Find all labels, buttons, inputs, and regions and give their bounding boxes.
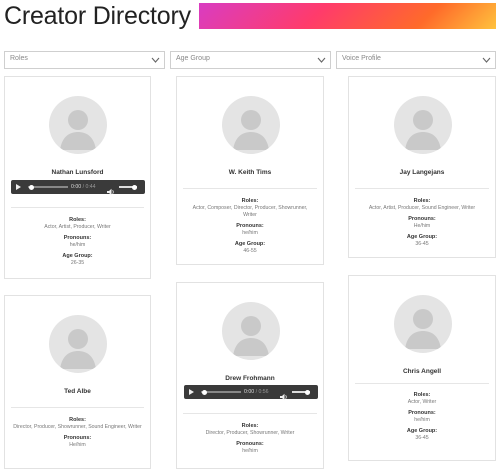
pronouns-label: Pronouns: [236,441,264,447]
volume-knob[interactable] [132,184,137,190]
pronouns-label: Pronouns: [236,223,264,229]
creator-details: Roles: Actor, Composer, Director, Produc… [177,198,323,255]
creator-name: W. Keith Tims [228,169,272,176]
gradient-banner [199,3,496,29]
roles-select[interactable]: Roles [4,51,165,69]
creator-card[interactable]: Chris Angell Roles: Actor, Writer Pronou… [348,275,496,461]
play-icon[interactable] [16,184,21,190]
roles-value: Actor, Composer, Director, Producer, Sho… [192,205,308,211]
audio-time: 0:00 / 0:56 [244,389,269,395]
pronouns-value: he/him [414,417,430,423]
pronouns-value: he/him [242,448,258,454]
avatar-placeholder-icon [394,96,452,154]
creator-name: Drew Frohmann [225,375,275,382]
creator-card[interactable]: Jay Langejans Roles: Actor, Artist, Prod… [348,76,496,258]
filter-bar: Roles Age Group Voice Profile [4,51,496,69]
roles-value: Director, Producer, Showrunner, Sound En… [13,424,142,430]
seek-bar[interactable] [28,186,68,188]
roles-value-line2: Writer [243,212,257,218]
creator-details: Roles: Actor, Artist, Producer, Sound En… [349,198,495,248]
creator-name: Nathan Lunsford [51,169,104,176]
pronouns-label: Pronouns: [63,435,92,441]
header: Creator Directory [0,0,500,40]
creator-name: Chris Angell [402,368,442,375]
audio-player[interactable]: 0:00 / 0:44 [11,180,145,196]
roles-label: Roles: [69,217,86,223]
pronouns-value: He/him [413,223,431,229]
avatar-placeholder-icon [394,295,452,353]
avatar-placeholder-icon [222,302,280,360]
audio-time: 0:00 / 0:44 [71,184,96,190]
creator-name: Ted Albe [64,388,91,395]
pronouns-label: Pronouns: [408,216,436,222]
roles-select-label: Roles [10,55,28,62]
roles-label: Roles: [241,423,259,429]
roles-label: Roles: [413,198,431,204]
volume-icon[interactable] [107,183,115,196]
creator-name: Jay Langejans [399,169,445,176]
age-group-select[interactable]: Age Group [170,51,331,69]
age-group-value: 36-45 [415,435,429,441]
divider [355,383,489,384]
chevron-down-icon [151,55,160,65]
age-group-select-label: Age Group [176,55,210,62]
divider [355,188,489,189]
pronouns-value: he/him [69,242,86,248]
chevron-down-icon [482,55,491,65]
creator-details: Roles: Actor, Artist, Producer, Writer P… [5,217,150,267]
voice-profile-select-label: Voice Profile [342,55,381,62]
pronouns-label: Pronouns: [408,410,436,416]
creator-card[interactable]: Drew Frohmann 0:00 / 0:56 Roles: Directo… [176,282,324,469]
divider [11,407,144,408]
divider [11,207,144,208]
roles-value: Actor, Artist, Producer, Writer [44,224,111,230]
pronouns-value: He/him [69,442,86,448]
age-group-label: Age Group: [406,428,438,434]
avatar-placeholder-icon [49,315,107,373]
creator-details: Roles: Director, Producer, Showrunner, S… [5,417,150,449]
age-group-value: 46-55 [243,248,257,254]
creator-card[interactable]: W. Keith Tims Roles: Actor, Composer, Di… [176,76,324,265]
roles-value: Actor, Artist, Producer, Sound Engineer,… [368,205,476,211]
chevron-down-icon [317,55,326,65]
divider [183,413,317,414]
age-group-value: 26-35 [70,260,85,266]
seek-knob[interactable] [29,184,34,190]
pronouns-value: he/him [242,230,258,236]
age-group-value: 36-45 [415,241,429,247]
page-title: Creator Directory [4,2,191,30]
avatar-placeholder-icon [49,96,107,154]
avatar-placeholder-icon [222,96,280,154]
play-icon[interactable] [189,389,194,395]
seek-bar[interactable] [201,391,241,393]
age-group-label: Age Group: [406,234,438,240]
roles-value: Director, Producer, Showrunner, Writer [205,430,295,436]
creator-card[interactable]: Nathan Lunsford 0:00 / 0:44 Roles: Actor… [4,76,151,279]
creator-details: Roles: Director, Producer, Showrunner, W… [177,423,323,455]
roles-value: Actor, Writer [407,399,437,405]
roles-label: Roles: [69,417,86,423]
volume-icon[interactable] [280,388,288,401]
roles-label: Roles: [413,392,431,398]
roles-label: Roles: [241,198,259,204]
age-group-label: Age Group: [62,253,93,259]
divider [183,188,317,189]
age-group-label: Age Group: [234,241,266,247]
pronouns-label: Pronouns: [63,235,92,241]
seek-knob[interactable] [202,389,207,395]
creator-details: Roles: Actor, Writer Pronouns: he/him Ag… [349,392,495,442]
audio-player[interactable]: 0:00 / 0:56 [184,385,318,401]
voice-profile-select[interactable]: Voice Profile [336,51,496,69]
creator-card[interactable]: Ted Albe Roles: Director, Producer, Show… [4,295,151,469]
volume-knob[interactable] [305,389,310,395]
